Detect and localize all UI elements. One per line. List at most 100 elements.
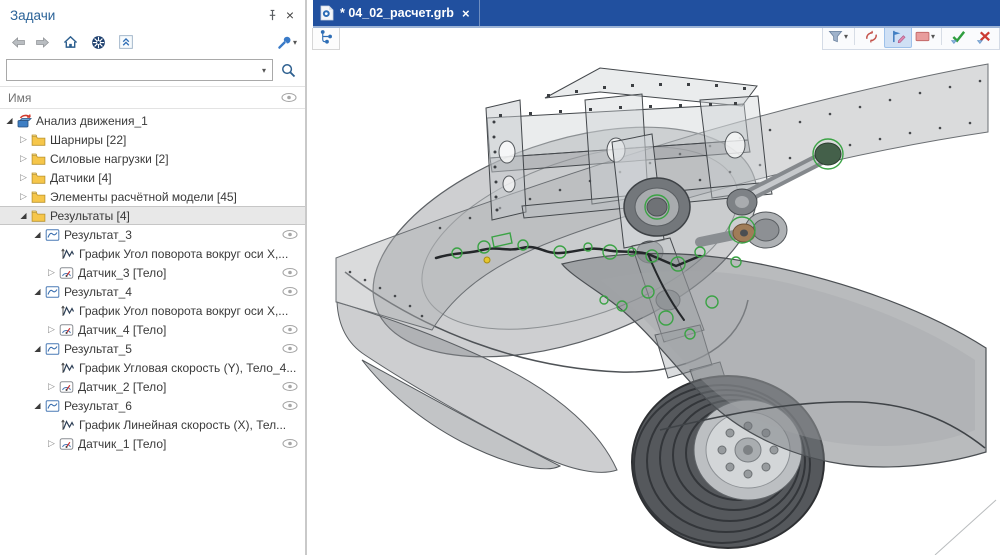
expander-open-icon[interactable]: ◢: [3, 117, 16, 125]
home-button[interactable]: [58, 31, 82, 53]
tree-item-label: Датчик_3 [Тело]: [78, 266, 166, 280]
toolbar-separator: [854, 28, 855, 45]
expander-open-icon[interactable]: ◢: [17, 212, 30, 220]
search-input[interactable]: [7, 61, 256, 79]
home-icon: [63, 35, 78, 49]
filter-caret: ▾: [844, 32, 848, 41]
tree-item-label: Анализ движения_1: [36, 114, 148, 128]
tree-item-label: График Угол поворота вокруг оси X,...: [79, 247, 288, 261]
rectangle-caret: ▾: [931, 32, 935, 41]
pin-icon[interactable]: [263, 6, 281, 24]
tree-item-label: График Угол поворота вокруг оси X,...: [79, 304, 288, 318]
settings-wrench-button[interactable]: ▾: [275, 31, 299, 53]
tree-item-sensors[interactable]: ▷ Датчики [4]: [0, 168, 305, 187]
search-icon: [281, 63, 296, 78]
expander-closed-icon[interactable]: ▷: [45, 325, 58, 334]
expander-open-icon[interactable]: ◢: [31, 402, 44, 410]
expander-closed-icon[interactable]: ▷: [45, 439, 58, 448]
highlight-rectangle-button[interactable]: ▾: [912, 28, 938, 47]
expander-closed-icon[interactable]: ▷: [17, 173, 30, 182]
3d-scene-landing-gear[interactable]: [310, 28, 1000, 555]
tab-close-icon[interactable]: ×: [462, 7, 470, 20]
tree-item-result-3[interactable]: ◢ Результат_3: [0, 225, 305, 244]
tree-item-sensor-1[interactable]: ▷ Датчик_1 [Тело]: [0, 434, 305, 453]
expander-closed-icon[interactable]: ▷: [17, 192, 30, 201]
confirm-button[interactable]: [945, 28, 971, 47]
panel-title: Задачи: [10, 8, 263, 23]
tree-item-sensor-4[interactable]: ▷ Датчик_4 [Тело]: [0, 320, 305, 339]
cancel-button[interactable]: [971, 28, 997, 47]
tree-item-sensor-3[interactable]: ▷ Датчик_3 [Тело]: [0, 263, 305, 282]
visibility-eye-icon[interactable]: [282, 343, 298, 354]
visibility-eye-icon[interactable]: [282, 286, 298, 297]
tree-item-label: Датчики [4]: [50, 171, 112, 185]
model-structure-button[interactable]: [312, 28, 340, 50]
expander-open-icon[interactable]: ◢: [31, 345, 44, 353]
tree-item-result-4[interactable]: ◢ Результат_4: [0, 282, 305, 301]
column-header-name: Имя: [8, 91, 281, 105]
tree-item-model-elements[interactable]: ▷ Элементы расчётной модели [45]: [0, 187, 305, 206]
folder-icon: [30, 189, 47, 204]
tree-item-joints[interactable]: ▷ Шарниры [22]: [0, 130, 305, 149]
tree-column-header[interactable]: Имя: [0, 86, 305, 109]
viewport-toolbar: ▾ ▾: [822, 28, 1000, 50]
tab-title: * 04_02_расчет.grb: [340, 6, 454, 20]
visibility-eye-icon[interactable]: [282, 229, 298, 240]
folder-icon: [30, 151, 47, 166]
panel-toolbar: ▾: [0, 28, 305, 56]
back-button[interactable]: [6, 31, 30, 53]
yellow-marker: [484, 257, 490, 263]
tree-item-label: Результат_4: [64, 285, 132, 299]
wrench-caret: ▾: [293, 38, 297, 47]
tree-item-force-loads[interactable]: ▷ Силовые нагрузки [2]: [0, 149, 305, 168]
visibility-eye-icon[interactable]: [282, 438, 298, 449]
tree-item-label: Результат_3: [64, 228, 132, 242]
document-icon: [320, 5, 334, 21]
combo-caret-icon[interactable]: ▾: [256, 66, 272, 75]
expander-open-icon[interactable]: ◢: [31, 231, 44, 239]
tree-item-label: График Угловая скорость (Y), Тело_4...: [79, 361, 296, 375]
toolbar-separator: [941, 28, 942, 45]
expander-closed-icon[interactable]: ▷: [17, 135, 30, 144]
analysis-tree: ◢ Анализ движения_1 ▷ Шарниры [22] ▷ Сил…: [0, 109, 305, 453]
visibility-eye-icon[interactable]: [282, 267, 298, 278]
tree-item-result-6[interactable]: ◢ Результат_6: [0, 396, 305, 415]
tree-item-graph[interactable]: График Угол поворота вокруг оси X,...: [0, 244, 305, 263]
wheel-button[interactable]: [86, 31, 110, 53]
refresh-arcs-button[interactable]: [858, 28, 884, 47]
tree-item-label: Шарниры [22]: [50, 133, 126, 147]
wrench-icon: [277, 35, 292, 50]
expander-open-icon[interactable]: ◢: [31, 288, 44, 296]
search-combobox[interactable]: ▾: [6, 59, 273, 81]
filter-funnel-button[interactable]: ▾: [825, 28, 851, 47]
measure-flag-button[interactable]: [884, 28, 912, 48]
search-button[interactable]: [277, 59, 299, 81]
forward-button[interactable]: [30, 31, 54, 53]
visibility-eye-icon[interactable]: [282, 400, 298, 411]
sensor-icon: [58, 322, 75, 337]
tree-item-label: Датчик_4 [Тело]: [78, 323, 166, 337]
tree-item-results[interactable]: ◢ Результаты [4]: [0, 206, 305, 225]
close-glyph: ×: [286, 8, 294, 22]
tree-item-analysis[interactable]: ◢ Анализ движения_1: [0, 111, 305, 130]
close-icon[interactable]: ×: [281, 6, 299, 24]
visibility-eye-icon[interactable]: [282, 324, 298, 335]
visibility-column-eye-icon[interactable]: [281, 92, 297, 103]
3d-viewport[interactable]: ▾ ▾: [310, 28, 1000, 555]
expander-closed-icon[interactable]: ▷: [17, 154, 30, 163]
tree-item-graph[interactable]: График Угол поворота вокруг оси X,...: [0, 301, 305, 320]
collapse-all-button[interactable]: [114, 31, 138, 53]
tree-item-sensor-2[interactable]: ▷ Датчик_2 [Тело]: [0, 377, 305, 396]
graph-icon: [59, 360, 76, 375]
document-tab[interactable]: * 04_02_расчет.grb ×: [313, 0, 480, 26]
tree-item-result-5[interactable]: ◢ Результат_5: [0, 339, 305, 358]
result-icon: [44, 341, 61, 356]
expander-closed-icon[interactable]: ▷: [45, 268, 58, 277]
confirm-check-icon: [950, 29, 967, 44]
tree-item-graph[interactable]: График Линейная скорость (X), Тел...: [0, 415, 305, 434]
folder-icon: [30, 132, 47, 147]
search-row: ▾: [0, 56, 305, 86]
visibility-eye-icon[interactable]: [282, 381, 298, 392]
tree-item-graph[interactable]: График Угловая скорость (Y), Тело_4...: [0, 358, 305, 377]
expander-closed-icon[interactable]: ▷: [45, 382, 58, 391]
